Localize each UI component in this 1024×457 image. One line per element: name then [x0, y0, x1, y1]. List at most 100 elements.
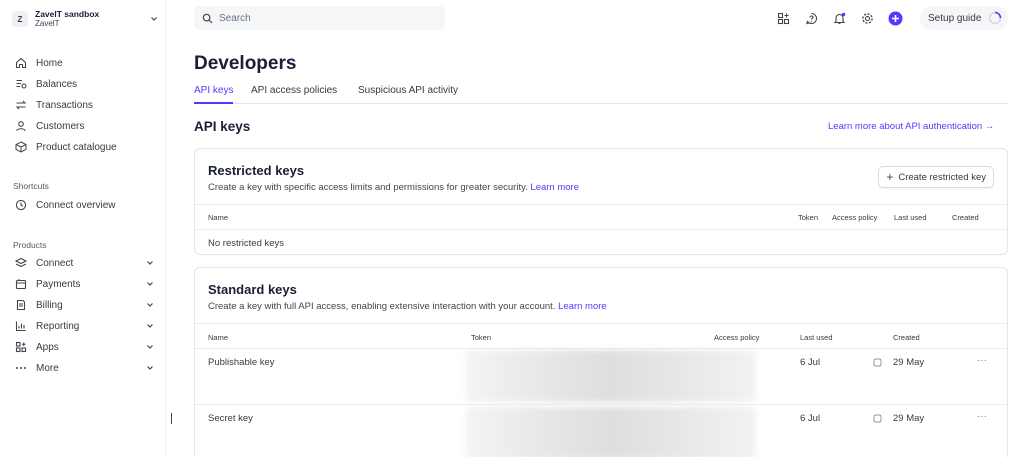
search-icon [202, 12, 214, 24]
section-title: API keys [194, 119, 251, 134]
customers-icon [14, 119, 28, 133]
sidebar-item-connect[interactable]: Connect [14, 254, 154, 272]
key-name: Publishable key [208, 357, 275, 368]
setup-guide-label: Setup guide [928, 12, 982, 24]
create-restricted-key-button[interactable]: + Create restricted key [878, 166, 994, 188]
sidebar-item-label: Home [36, 57, 63, 69]
account-name: ZavelT sandbox [35, 9, 100, 19]
reporting-icon [14, 319, 28, 333]
redacted-token [466, 350, 756, 402]
standard-keys-description: Create a key with full API access, enabl… [208, 301, 607, 312]
sidebar-item-label: More [36, 362, 59, 374]
column-header-token: Token [798, 213, 819, 222]
sidebar-item-payments[interactable]: Payments [14, 275, 154, 293]
sidebar-item-label: Reporting [36, 320, 80, 332]
account-avatar: Z [12, 11, 28, 27]
empty-state-text: No restricted keys [208, 238, 285, 249]
payments-icon [14, 277, 28, 291]
sidebar-item-product-catalogue[interactable]: Product catalogue [14, 138, 154, 156]
sidebar-item-label: Payments [36, 278, 81, 290]
sidebar-item-label: Connect [36, 257, 74, 269]
account-switcher[interactable]: Z ZavelT sandbox ZavelT [12, 8, 158, 30]
created-value: 29 May [893, 357, 925, 368]
chevron-down-icon [147, 261, 153, 265]
last-used-value: 6 Jul [800, 357, 821, 368]
sidebar-item-balances[interactable]: Balances [14, 75, 154, 93]
restricted-keys-title: Restricted keys [208, 163, 305, 178]
apps-icon [14, 340, 28, 354]
tab-api-access-policies[interactable]: API access policies [251, 85, 337, 104]
gear-icon[interactable] [859, 10, 875, 26]
account-subname: ZavelT [35, 19, 60, 28]
standard-keys-card: Standard keys Create a key with full API… [194, 267, 1008, 457]
progress-ring-icon [988, 11, 1002, 25]
chevron-down-icon [147, 324, 153, 328]
standard-keys-title: Standard keys [208, 282, 297, 297]
sidebar-item-home[interactable]: Home [14, 54, 154, 72]
chevron-down-icon [147, 303, 153, 307]
sidebar-item-customers[interactable]: Customers [14, 117, 154, 135]
shortcuts-heading: Shortcuts [13, 181, 49, 191]
sidebar-item-label: Billing [36, 299, 63, 311]
create-plus-icon[interactable] [887, 10, 903, 26]
search-bar[interactable] [194, 6, 445, 30]
standard-learn-more-link[interactable]: Learn more [558, 301, 607, 312]
sidebar-item-label: Product catalogue [36, 141, 117, 153]
sidebar-resize-handle[interactable] [171, 413, 172, 424]
column-header-token: Token [471, 333, 492, 342]
key-name: Secret key [208, 413, 253, 424]
info-icon[interactable] [873, 414, 882, 423]
created-value: 29 May [893, 413, 925, 424]
sidebar-item-transactions[interactable]: Transactions [14, 96, 154, 114]
chevron-down-icon [151, 17, 157, 21]
page-title: Developers [194, 53, 297, 74]
column-header-name: Name [208, 333, 229, 342]
restricted-learn-more-link[interactable]: Learn more [530, 182, 579, 193]
balances-icon [14, 77, 28, 91]
sidebar: Z ZavelT sandbox ZavelT Home Balances Tr… [0, 0, 166, 457]
restricted-keys-card: Restricted keys Create a key with specif… [194, 148, 1008, 255]
sidebar-item-billing[interactable]: Billing [14, 296, 154, 314]
column-header-access-policy: Access policy [714, 333, 760, 342]
column-header-access-policy: Access policy [832, 213, 878, 222]
search-input[interactable] [219, 12, 419, 24]
learn-more-api-auth-link[interactable]: Learn more about API authentication → [828, 121, 994, 132]
restricted-keys-description: Create a key with specific access limits… [208, 182, 580, 193]
column-header-created: Created [952, 213, 979, 222]
row-actions-button[interactable]: ··· [977, 411, 987, 422]
plus-icon: + [886, 170, 894, 184]
more-icon [14, 361, 28, 375]
help-icon[interactable] [803, 10, 819, 26]
row-actions-button[interactable]: ··· [977, 355, 987, 366]
apps-grid-icon[interactable] [775, 10, 791, 26]
connect-icon [14, 256, 28, 270]
column-header-created: Created [893, 333, 920, 342]
clock-icon [14, 198, 28, 212]
transactions-icon [14, 98, 28, 112]
column-header-last-used: Last used [800, 333, 833, 342]
bell-icon[interactable] [831, 10, 847, 26]
column-header-last-used: Last used [894, 213, 927, 222]
chevron-down-icon [147, 366, 153, 370]
sidebar-item-reporting[interactable]: Reporting [14, 317, 154, 335]
info-icon[interactable] [873, 358, 882, 367]
chevron-down-icon [147, 345, 153, 349]
tab-api-keys[interactable]: API keys [194, 85, 234, 104]
sidebar-item-label: Connect overview [36, 199, 116, 211]
sidebar-item-label: Balances [36, 78, 78, 90]
setup-guide-button[interactable]: Setup guide [920, 6, 1008, 30]
billing-icon [14, 298, 28, 312]
products-heading: Products [13, 240, 47, 250]
sidebar-item-label: Customers [36, 120, 85, 132]
sidebar-item-label: Apps [36, 341, 59, 353]
redacted-token [466, 407, 756, 457]
home-icon [14, 56, 28, 70]
tab-bar: API keys API access policies Suspicious … [194, 84, 1008, 104]
last-used-value: 6 Jul [800, 413, 821, 424]
sidebar-item-label: Transactions [36, 99, 93, 111]
column-header-name: Name [208, 213, 229, 222]
sidebar-item-apps[interactable]: Apps [14, 338, 154, 356]
sidebar-item-more[interactable]: More [14, 359, 154, 377]
tab-suspicious-api-activity[interactable]: Suspicious API activity [358, 85, 458, 104]
sidebar-item-connect-overview[interactable]: Connect overview [14, 196, 154, 214]
